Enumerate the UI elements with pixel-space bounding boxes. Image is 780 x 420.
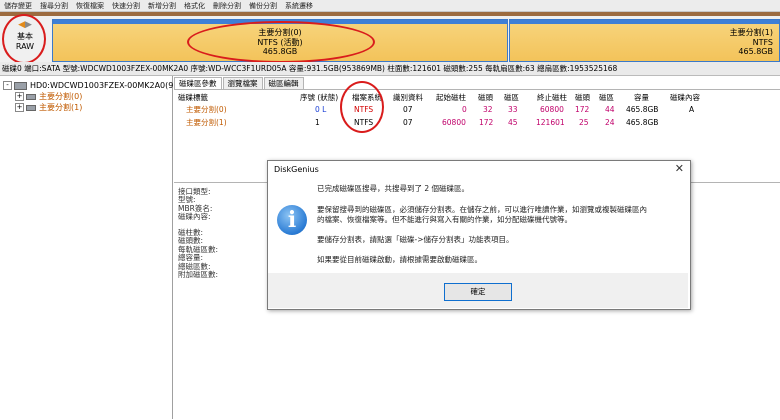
tree-disk-hd0[interactable]: - HD0:WDCWD1003FZEX-00MK2A0(932 bbox=[3, 81, 184, 91]
row-0-end-sector: 44 bbox=[605, 105, 615, 114]
toolbar-format-button[interactable]: 格式化 bbox=[180, 0, 209, 11]
partition-1-name: 主要分割(1) bbox=[729, 28, 773, 37]
partition-1-size: 465.8GB bbox=[738, 47, 773, 56]
tab-volume-params[interactable]: 磁碟區參數 bbox=[174, 77, 222, 89]
dialog-message-howto: 要儲存分割表，請點選「磁碟->儲存分割表」功能表項目。 bbox=[317, 235, 514, 244]
row-1-end-sector: 24 bbox=[605, 118, 615, 127]
partition-icon bbox=[26, 93, 36, 100]
tab-bar: 磁碟區參數 瀏覽檔案 磁區編輯 bbox=[174, 77, 305, 89]
col-header-head[interactable]: 磁頭 bbox=[478, 93, 493, 103]
row-1-start-cyl: 60800 bbox=[442, 118, 466, 127]
row-0-sector: 33 bbox=[508, 105, 518, 114]
partition-1-block[interactable]: 主要分割(1) NTFS 465.8GB bbox=[509, 19, 780, 62]
row-0-end-cyl: 60800 bbox=[540, 105, 564, 114]
col-header-end-head[interactable]: 磁頭 bbox=[575, 93, 590, 103]
annotation-circle-disk bbox=[2, 14, 46, 64]
col-header-label[interactable]: 磁碟標籤 bbox=[178, 93, 208, 103]
row-0-attr: A bbox=[689, 105, 695, 114]
row-1-head: 172 bbox=[479, 118, 494, 127]
tree-disk-label: HD0:WDCWD1003FZEX-00MK2A0(932 bbox=[30, 81, 184, 90]
row-1-end-head: 25 bbox=[579, 118, 589, 127]
col-header-end-cyl[interactable]: 終止磁柱 bbox=[537, 93, 567, 103]
row-1-end-cyl: 121601 bbox=[536, 118, 565, 127]
row-0-seq: 0 L bbox=[315, 105, 327, 114]
dialog-footer: 確定 bbox=[268, 273, 688, 308]
col-header-sector[interactable]: 磁區 bbox=[504, 93, 519, 103]
dialog-body: i 已完成磁碟區搜尋，共搜尋到了 2 個磁碟區。 要保留搜尋到的磁碟區，必須儲存… bbox=[268, 177, 688, 288]
tree-partition-1-label: 主要分割(1) bbox=[39, 103, 83, 112]
row-1-sector: 45 bbox=[508, 118, 518, 127]
dialog-title: DiskGenius bbox=[274, 165, 319, 174]
tree-partition-1[interactable]: + 主要分割(1) bbox=[15, 103, 82, 113]
annotation-circle-partition bbox=[187, 21, 375, 63]
expand-icon[interactable]: + bbox=[15, 92, 24, 101]
toolbar-delete-partition-button[interactable]: 刪除分割 bbox=[209, 0, 245, 11]
row-1-label: 主要分割(1) bbox=[186, 118, 227, 127]
row-0-label: 主要分割(0) bbox=[186, 105, 227, 114]
dialog-message-save-line2: 的檔案、恢復檔案等。但不能進行與寫入有關的作業，如分配磁碟機代號等。 bbox=[317, 215, 572, 224]
tree-partition-0[interactable]: + 主要分割(0) bbox=[15, 92, 82, 102]
row-1-seq: 1 bbox=[315, 118, 320, 127]
row-0-head: 32 bbox=[483, 105, 493, 114]
row-1-fs: NTFS bbox=[354, 118, 374, 127]
disk-info-line: 磁碟0 端口:SATA 型號:WDCWD1003FZEX-00MK2A0 序號:… bbox=[0, 62, 780, 76]
toolbar-migrate-system-button[interactable]: 系統遷移 bbox=[281, 0, 317, 11]
col-header-seq[interactable]: 序號 (狀態) bbox=[300, 93, 338, 103]
toolbar-backup-partition-button[interactable]: 備份分割 bbox=[245, 0, 281, 11]
row-0-start-cyl: 0 bbox=[462, 105, 467, 114]
row-1-size: 465.8GB bbox=[626, 118, 659, 127]
partition-icon bbox=[26, 104, 36, 111]
info-icon: i bbox=[277, 205, 307, 235]
row-0-size: 465.8GB bbox=[626, 105, 659, 114]
expand-icon[interactable]: + bbox=[15, 103, 24, 112]
partition-0-block[interactable]: 主要分割(0) NTFS (活動) 465.8GB bbox=[52, 19, 508, 63]
dialog-message-found: 已完成磁碟區搜尋，共搜尋到了 2 個磁碟區。 bbox=[317, 184, 470, 193]
detail-content-label: 磁碟內容: bbox=[178, 212, 211, 221]
close-icon[interactable]: ✕ bbox=[675, 163, 684, 175]
collapse-icon[interactable]: - bbox=[3, 81, 12, 90]
toolbar: 儲存變更 搜尋分割 恢復檔案 快速分割 新增分割 格式化 刪除分割 備份分割 系… bbox=[0, 0, 780, 12]
toolbar-save-changes-button[interactable]: 儲存變更 bbox=[0, 0, 36, 11]
tab-browse-files[interactable]: 瀏覽檔案 bbox=[222, 77, 263, 89]
toolbar-search-partition-button[interactable]: 搜尋分割 bbox=[36, 0, 72, 11]
row-0-end-head: 172 bbox=[575, 105, 590, 114]
col-header-attr[interactable]: 磁碟內容 bbox=[670, 93, 700, 103]
row-1-id: 07 bbox=[403, 118, 413, 127]
detail-extra-sectors-label: 附加磁區數: bbox=[178, 270, 219, 279]
hard-disk-icon bbox=[14, 81, 27, 90]
row-0-fs: NTFS bbox=[354, 105, 374, 114]
tab-sector-editor[interactable]: 磁區編輯 bbox=[263, 77, 304, 89]
col-header-size[interactable]: 容量 bbox=[634, 93, 649, 103]
ok-button[interactable]: 確定 bbox=[444, 283, 512, 301]
toolbar-quick-partition-button[interactable]: 快速分割 bbox=[108, 0, 144, 11]
col-header-end-sector[interactable]: 磁區 bbox=[599, 93, 614, 103]
partition-1-fs: NTFS bbox=[752, 37, 773, 47]
tree-partition-0-label: 主要分割(0) bbox=[39, 92, 83, 101]
disk-tree-panel: - HD0:WDCWD1003FZEX-00MK2A0(932 + 主要分割(0) … bbox=[0, 76, 184, 419]
dialog-message-boot: 如果要從目前磁碟啟動，請根據需要啟動磁碟區。 bbox=[317, 255, 482, 264]
row-0-id: 07 bbox=[403, 105, 413, 114]
col-header-id[interactable]: 識別資料 bbox=[393, 93, 423, 103]
col-header-start-cyl[interactable]: 起始磁柱 bbox=[436, 93, 466, 103]
toolbar-recover-files-button[interactable]: 恢復檔案 bbox=[72, 0, 108, 11]
toolbar-new-partition-button[interactable]: 新增分割 bbox=[144, 0, 180, 11]
search-complete-dialog: DiskGenius ✕ i 已完成磁碟區搜尋，共搜尋到了 2 個磁碟區。 要保… bbox=[267, 160, 691, 310]
dialog-message-save-line1: 要保留搜尋到的磁碟區，必須儲存分割表。在儲存之前，可以進行唯讀作業，如瀏覽或複製… bbox=[317, 205, 647, 214]
